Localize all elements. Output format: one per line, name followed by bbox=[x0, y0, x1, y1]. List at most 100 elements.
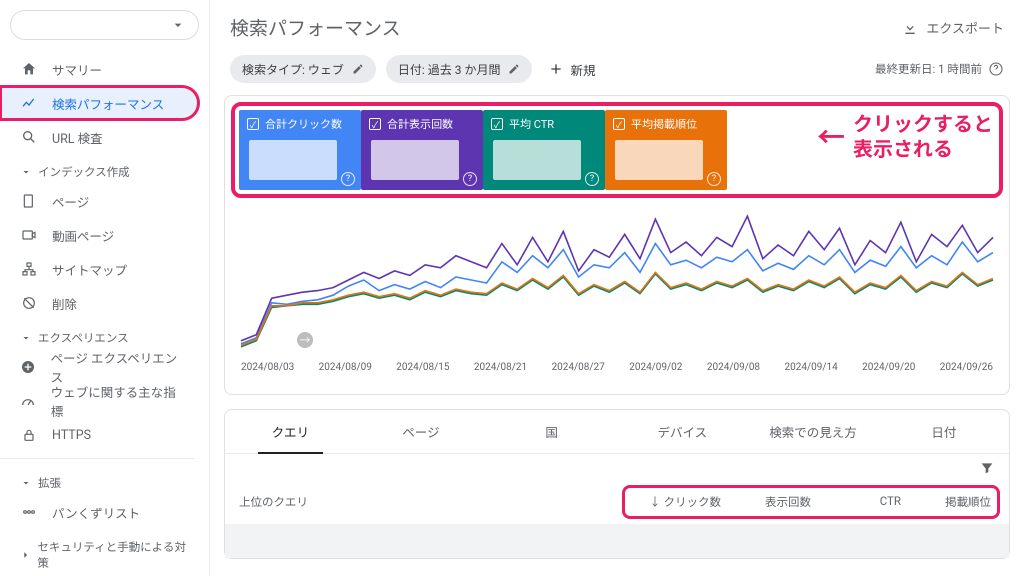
sidebar-item-video-pages[interactable]: 動画ページ bbox=[0, 218, 199, 252]
sidebar-item-sitemaps[interactable]: サイトマップ bbox=[0, 252, 199, 286]
section-experience[interactable]: エクスペリエンス bbox=[0, 320, 209, 350]
add-filter-button[interactable]: 新規 bbox=[542, 60, 601, 79]
section-security[interactable]: セキュリティと手動による対策 bbox=[0, 529, 209, 575]
tab-1[interactable]: ページ bbox=[356, 410, 487, 453]
tab-4[interactable]: 検索での見え方 bbox=[748, 410, 879, 453]
filter-chip-search-type[interactable]: 検索タイプ: ウェブ bbox=[230, 55, 376, 83]
x-tick: 2024/08/21 bbox=[474, 362, 527, 373]
sidebar-item-page-experience[interactable]: ページ エクスペリエンス bbox=[0, 350, 199, 384]
metric-value-redacted bbox=[615, 140, 703, 180]
section-title: インデックス作成 bbox=[38, 164, 130, 180]
property-selector[interactable] bbox=[10, 10, 199, 40]
arrow-left-icon: ← bbox=[817, 120, 845, 155]
download-icon bbox=[902, 20, 918, 36]
help-icon[interactable]: ? bbox=[585, 172, 599, 186]
x-tick: 2024/08/27 bbox=[552, 362, 605, 373]
pencil-icon bbox=[352, 63, 364, 75]
tab-2[interactable]: 国 bbox=[486, 410, 617, 453]
metric-label: 合計クリック数 bbox=[265, 116, 342, 132]
dimension-tabs: クエリページ国デバイス検索での見え方日付 bbox=[225, 410, 1009, 454]
x-tick: 2024/08/09 bbox=[319, 362, 372, 373]
sidebar-item-label: ページ エクスペリエンス bbox=[51, 348, 179, 386]
metric-value-redacted bbox=[493, 140, 581, 180]
metric-card-3[interactable]: ✓ 平均掲載順位? bbox=[605, 110, 727, 190]
sidebar-item-https[interactable]: HTTPS bbox=[0, 418, 199, 452]
sidebar-item-label: 動画ページ bbox=[52, 226, 114, 245]
tab-3[interactable]: デバイス bbox=[617, 410, 748, 453]
main-content: 検索パフォーマンス エクスポート 検索タイプ: ウェブ 日付: 過去 3 か月間… bbox=[210, 0, 1024, 576]
add-filter-label: 新規 bbox=[570, 60, 595, 79]
help-icon[interactable]: ? bbox=[463, 172, 477, 186]
chip-label: 検索タイプ: ウェブ bbox=[242, 61, 344, 78]
sidebar: サマリー 検索パフォーマンス URL 検査 インデックス作成 ページ 動画ページ… bbox=[0, 0, 210, 576]
metric-card-2[interactable]: ✓ 平均 CTR? bbox=[483, 110, 605, 190]
sidebar-item-label: サマリー bbox=[52, 60, 102, 79]
chart-x-axis: 2024/08/032024/08/092024/08/152024/08/21… bbox=[237, 362, 997, 373]
filter-icon[interactable] bbox=[979, 460, 995, 476]
metric-label: 平均 CTR bbox=[509, 116, 554, 132]
sidebar-item-summary[interactable]: サマリー bbox=[0, 52, 199, 86]
sidebar-item-label: URL 検査 bbox=[52, 128, 103, 147]
table-col-0[interactable]: ↓ クリック数 bbox=[631, 494, 721, 510]
tab-5[interactable]: 日付 bbox=[878, 410, 1009, 453]
sidebar-item-label: 削除 bbox=[52, 294, 77, 313]
sidebar-item-label: サイトマップ bbox=[52, 260, 127, 279]
chevron-down-icon bbox=[20, 332, 32, 344]
table-header-row: 上位のクエリ ↓ クリック数表示回数CTR掲載順位 bbox=[225, 482, 1009, 524]
sidebar-item-label: HTTPS bbox=[52, 428, 91, 443]
last-updated: 最終更新日: 1 時間前 bbox=[875, 61, 1004, 77]
x-tick: 2024/09/08 bbox=[707, 362, 760, 373]
checkbox-icon: ✓ bbox=[247, 118, 259, 130]
chevron-down-icon bbox=[20, 477, 32, 489]
sidebar-item-label: ページ bbox=[52, 192, 89, 211]
metric-value-redacted bbox=[249, 140, 337, 180]
section-indexing[interactable]: インデックス作成 bbox=[0, 154, 209, 184]
section-enhancements[interactable]: 拡張 bbox=[0, 465, 209, 495]
tab-0[interactable]: クエリ bbox=[225, 410, 356, 453]
checkbox-icon: ✓ bbox=[491, 118, 503, 130]
sidebar-item-removals[interactable]: 削除 bbox=[0, 286, 199, 320]
filter-chip-date[interactable]: 日付: 過去 3 か月間 bbox=[386, 55, 533, 83]
table-col-3[interactable]: 掲載順位 bbox=[901, 494, 991, 510]
export-button[interactable]: エクスポート bbox=[902, 18, 1004, 37]
section-title: エクスペリエンス bbox=[38, 330, 129, 346]
metric-label: 平均掲載順位 bbox=[631, 116, 697, 132]
lock-icon bbox=[20, 427, 38, 443]
annotation-line1: クリックすると bbox=[853, 112, 993, 136]
help-icon[interactable]: ? bbox=[707, 172, 721, 186]
x-tick: 2024/09/26 bbox=[940, 362, 993, 373]
x-tick: 2024/09/20 bbox=[862, 362, 915, 373]
metric-card-1[interactable]: ✓合計表示回数? bbox=[361, 110, 483, 190]
chart-start-marker[interactable]: → bbox=[297, 332, 313, 348]
sidebar-item-label: ウェブに関する主な指標 bbox=[51, 382, 179, 420]
metric-card-0[interactable]: ✓ 合計クリック数? bbox=[239, 110, 361, 190]
page-icon bbox=[20, 193, 38, 209]
dimension-table: クエリページ国デバイス検索での見え方日付 上位のクエリ ↓ クリック数表示回数C… bbox=[224, 409, 1010, 559]
pencil-icon bbox=[508, 63, 520, 75]
sidebar-item-url-inspection[interactable]: URL 検査 bbox=[0, 120, 199, 154]
table-col-1[interactable]: 表示回数 bbox=[721, 494, 811, 510]
sitemap-icon bbox=[20, 261, 38, 277]
checkbox-icon: ✓ bbox=[613, 118, 625, 130]
help-icon[interactable] bbox=[988, 61, 1004, 77]
video-icon bbox=[20, 227, 38, 243]
annotation: ← クリックすると 表示される bbox=[817, 112, 993, 162]
x-tick: 2024/08/03 bbox=[241, 362, 294, 373]
table-query-label: 上位のクエリ bbox=[239, 494, 627, 510]
search-icon bbox=[20, 129, 38, 145]
trend-icon bbox=[20, 95, 38, 111]
speed-icon bbox=[20, 393, 37, 409]
home-icon bbox=[20, 61, 38, 77]
last-updated-text: 最終更新日: 1 時間前 bbox=[875, 61, 982, 77]
table-body bbox=[225, 524, 1009, 558]
help-icon[interactable]: ? bbox=[341, 172, 355, 186]
sidebar-item-search-performance[interactable]: 検索パフォーマンス bbox=[0, 86, 199, 120]
table-col-2[interactable]: CTR bbox=[811, 494, 901, 510]
metric-label: 合計表示回数 bbox=[387, 116, 453, 132]
plus-icon bbox=[548, 61, 564, 77]
sidebar-item-label: パンくずリスト bbox=[52, 503, 140, 522]
sidebar-item-core-web-vitals[interactable]: ウェブに関する主な指標 bbox=[0, 384, 199, 418]
export-label: エクスポート bbox=[926, 18, 1004, 37]
sidebar-item-pages[interactable]: ページ bbox=[0, 184, 199, 218]
sidebar-item-breadcrumbs[interactable]: パンくずリスト bbox=[0, 495, 199, 529]
